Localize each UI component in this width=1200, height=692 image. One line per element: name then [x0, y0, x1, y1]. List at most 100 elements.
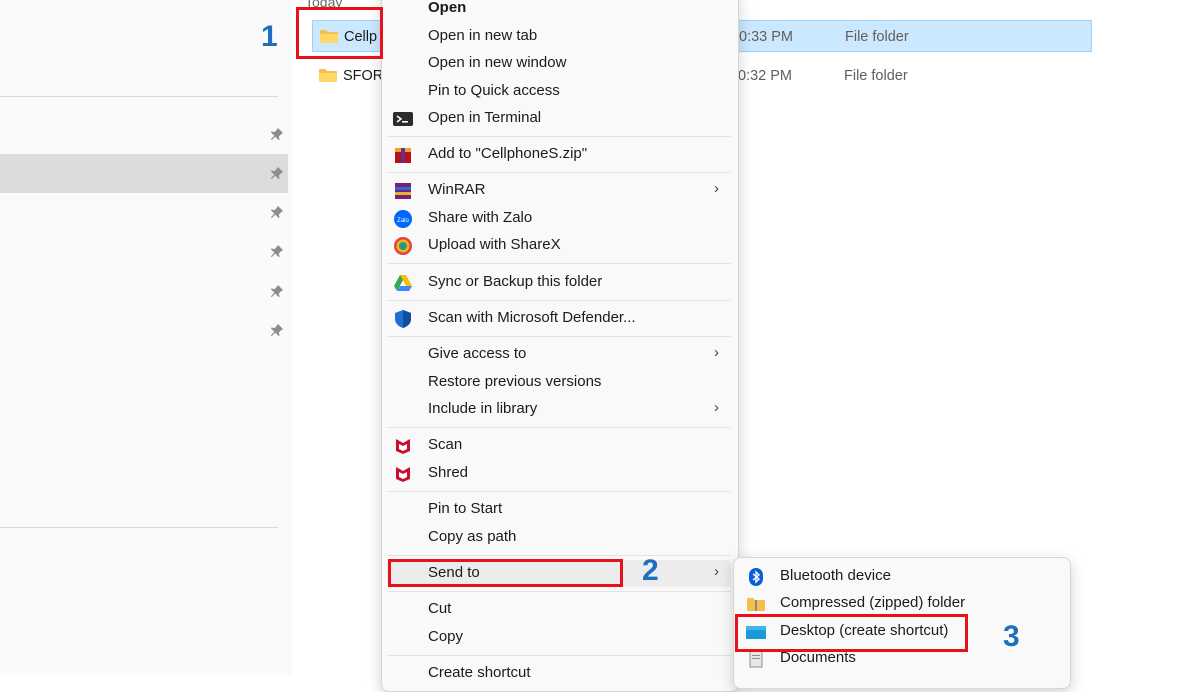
menu-copy-label: Copy [428, 628, 464, 645]
nav-item[interactable] [0, 311, 288, 350]
menu-open-label: Open [428, 0, 467, 16]
menu-separator [387, 336, 731, 337]
send-to-compressed-label: Compressed (zipped) folder [780, 594, 966, 611]
menu-winrar-label: WinRAR [428, 181, 486, 198]
menu-separator [387, 591, 731, 592]
step-number-2: 2 [642, 554, 659, 587]
sharex-icon [394, 237, 412, 255]
folder-icon [319, 69, 337, 82]
chevron-right-icon: › [714, 563, 719, 580]
menu-add-to-zip-label: Add to "CellphoneS.zip" [428, 145, 588, 162]
menu-create-shortcut[interactable]: Create shortcut [387, 660, 731, 687]
pin-icon[interactable] [270, 284, 284, 300]
menu-give-access-label: Give access to [428, 345, 527, 362]
step-number-1: 1 [261, 20, 278, 53]
menu-restore-versions[interactable]: Restore previous versions [387, 369, 731, 396]
menu-open[interactable]: Open [387, 0, 731, 22]
menu-open-terminal-label: Open in Terminal [428, 109, 542, 126]
menu-scan[interactable]: Scan [387, 432, 731, 459]
menu-pin-quick-access[interactable]: Pin to Quick access [387, 78, 731, 105]
step-number-3: 3 [1003, 620, 1020, 653]
menu-pin-start[interactable]: Pin to Start [387, 496, 731, 523]
menu-separator [387, 300, 731, 301]
menu-include-library-label: Include in library [428, 400, 538, 417]
nav-item-selected[interactable] [0, 154, 288, 193]
chevron-right-icon: › [714, 344, 719, 361]
nav-divider [0, 527, 278, 528]
send-to-bluetooth[interactable]: Bluetooth device [740, 563, 1064, 590]
menu-upload-sharex[interactable]: Upload with ShareX [387, 232, 731, 259]
menu-shred[interactable]: Shred [387, 460, 731, 487]
menu-open-terminal[interactable]: Open in Terminal [387, 105, 731, 132]
google-drive-icon [394, 275, 412, 291]
menu-separator [387, 427, 731, 428]
terminal-icon [393, 112, 413, 126]
menu-open-new-tab[interactable]: Open in new tab [387, 23, 731, 50]
svg-text:Zalo: Zalo [397, 218, 409, 224]
mcafee-icon [396, 439, 410, 454]
nav-divider [0, 96, 278, 97]
highlight-box-step-3 [735, 614, 968, 652]
menu-share-zalo-label: Share with Zalo [428, 209, 533, 226]
menu-upload-sharex-label: Upload with ShareX [428, 236, 561, 253]
menu-cut[interactable]: Cut [387, 596, 731, 623]
navigation-pane [0, 0, 293, 675]
shield-icon [395, 310, 411, 328]
menu-cut-label: Cut [428, 600, 452, 617]
menu-restore-versions-label: Restore previous versions [428, 373, 602, 390]
menu-scan-defender[interactable]: Scan with Microsoft Defender... [387, 305, 731, 332]
menu-open-new-tab-label: Open in new tab [428, 27, 538, 44]
menu-copy-path-label: Copy as path [428, 528, 517, 545]
file-type: File folder [844, 68, 908, 84]
menu-sync-backup-label: Sync or Backup this folder [428, 273, 603, 290]
pin-icon[interactable] [270, 205, 284, 221]
send-to-bluetooth-label: Bluetooth device [780, 567, 891, 584]
pin-icon[interactable] [270, 127, 284, 143]
pin-icon[interactable] [270, 323, 284, 339]
menu-add-to-zip[interactable]: Add to "CellphoneS.zip" [387, 141, 731, 168]
winrar-icon [395, 183, 411, 199]
pin-icon[interactable] [270, 166, 284, 182]
file-type: File folder [845, 29, 909, 45]
menu-separator [387, 555, 731, 556]
menu-separator [387, 136, 731, 137]
menu-copy[interactable]: Copy [387, 624, 731, 651]
menu-include-library[interactable]: Include in library › [387, 396, 731, 423]
menu-separator [387, 263, 731, 264]
send-to-compressed[interactable]: Compressed (zipped) folder [740, 590, 1064, 617]
menu-create-shortcut-label: Create shortcut [428, 664, 531, 681]
documents-icon [749, 650, 763, 668]
nav-item[interactable] [0, 193, 288, 232]
highlight-box-step-2 [388, 559, 623, 587]
file-date: 0:32 PM [738, 68, 792, 84]
menu-sync-backup[interactable]: Sync or Backup this folder [387, 269, 731, 296]
menu-pin-quick-access-label: Pin to Quick access [428, 82, 560, 99]
zalo-icon: Zalo [394, 210, 412, 228]
menu-winrar[interactable]: WinRAR › [387, 177, 731, 204]
menu-scan-defender-label: Scan with Microsoft Defender... [428, 309, 636, 326]
pin-icon[interactable] [270, 244, 284, 260]
menu-separator [387, 655, 731, 656]
menu-give-access[interactable]: Give access to › [387, 341, 731, 368]
bluetooth-icon [749, 568, 763, 586]
chevron-right-icon: › [714, 180, 719, 197]
menu-scan-label: Scan [428, 436, 463, 453]
zip-folder-icon [747, 598, 765, 611]
winrar-archive-icon [395, 148, 411, 163]
nav-item[interactable] [0, 272, 288, 311]
menu-separator [387, 172, 731, 173]
menu-share-zalo[interactable]: Zalo Share with Zalo [387, 205, 731, 232]
file-date: 0:33 PM [739, 29, 793, 45]
menu-open-new-window-label: Open in new window [428, 54, 567, 71]
nav-item[interactable] [0, 232, 288, 271]
file-name: SFOR [343, 68, 384, 84]
nav-item[interactable] [0, 115, 288, 154]
menu-copy-path[interactable]: Copy as path [387, 524, 731, 551]
menu-pin-start-label: Pin to Start [428, 500, 503, 517]
chevron-right-icon: › [714, 399, 719, 416]
mcafee-icon [396, 467, 410, 482]
menu-shred-label: Shred [428, 464, 469, 481]
highlight-box-step-1 [296, 7, 383, 59]
menu-separator [387, 491, 731, 492]
menu-open-new-window[interactable]: Open in new window [387, 50, 731, 77]
